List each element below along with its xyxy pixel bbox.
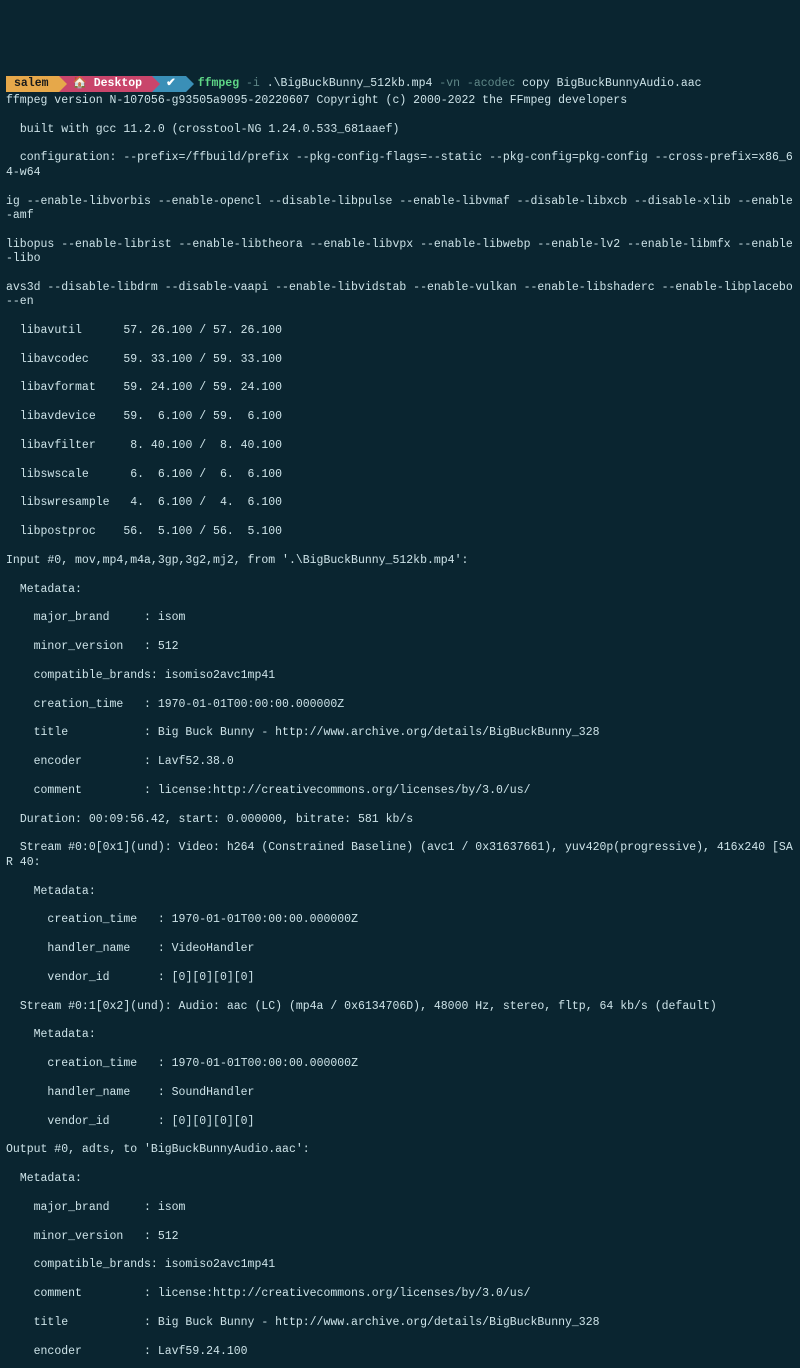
arg-input-file: .\BigBuckBunny_512kb.mp4	[267, 77, 433, 91]
output-line: creation_time : 1970-01-01T00:00:00.0000…	[6, 1057, 794, 1071]
output-line: libavformat 59. 24.100 / 59. 24.100	[6, 381, 794, 395]
output-line: libopus --enable-librist --enable-libthe…	[6, 238, 794, 267]
output-line: Stream #0:0[0x1](und): Video: h264 (Cons…	[6, 841, 794, 870]
output-line: minor_version : 512	[6, 640, 794, 654]
arg-codec: copy	[522, 77, 550, 91]
output-line: Input #0, mov,mp4,m4a,3gp,3g2,mj2, from …	[6, 554, 794, 568]
output-line: encoder : Lavf52.38.0	[6, 755, 794, 769]
output-line: title : Big Buck Bunny - http://www.arch…	[6, 1316, 794, 1330]
output-line: libavutil 57. 26.100 / 57. 26.100	[6, 324, 794, 338]
flag-acodec: -acodec	[467, 77, 522, 91]
output-line: configuration: --prefix=/ffbuild/prefix …	[6, 151, 794, 180]
flag-vn: -vn	[432, 77, 467, 91]
output-line: vendor_id : [0][0][0][0]	[6, 1115, 794, 1129]
output-line: avs3d --disable-libdrm --disable-vaapi -…	[6, 281, 794, 310]
output-line: Metadata:	[6, 1028, 794, 1042]
prompt-dir-label: Desktop	[94, 77, 142, 90]
output-line: creation_time : 1970-01-01T00:00:00.0000…	[6, 913, 794, 927]
output-line: Metadata:	[6, 1172, 794, 1186]
output-line: comment : license:http://creativecommons…	[6, 1287, 794, 1301]
output-line: Metadata:	[6, 583, 794, 597]
output-line: encoder : Lavf59.24.100	[6, 1345, 794, 1359]
output-line: libavdevice 59. 6.100 / 59. 6.100	[6, 410, 794, 424]
output-line: minor_version : 512	[6, 1230, 794, 1244]
output-line: ffmpeg version N-107056-g93505a9095-2022…	[6, 94, 794, 108]
output-line: handler_name : VideoHandler	[6, 942, 794, 956]
output-line: compatible_brands: isomiso2avc1mp41	[6, 1258, 794, 1272]
flag-input: -i	[239, 77, 267, 91]
terminal-window[interactable]: salem 🏠 Desktop ✔ ffmpeg -i .\BigBuckBun…	[6, 62, 794, 1368]
arg-output-file: BigBuckBunnyAudio.aac	[550, 77, 702, 91]
output-line: title : Big Buck Bunny - http://www.arch…	[6, 726, 794, 740]
output-line: built with gcc 11.2.0 (crosstool-NG 1.24…	[6, 123, 794, 137]
output-line: handler_name : SoundHandler	[6, 1086, 794, 1100]
prompt-host: salem	[6, 76, 59, 92]
output-line: libswscale 6. 6.100 / 6. 6.100	[6, 468, 794, 482]
output-line: libswresample 4. 6.100 / 4. 6.100	[6, 496, 794, 510]
output-line: vendor_id : [0][0][0][0]	[6, 971, 794, 985]
output-line: libpostproc 56. 5.100 / 56. 5.100	[6, 525, 794, 539]
output-line: libavfilter 8. 40.100 / 8. 40.100	[6, 439, 794, 453]
output-line: creation_time : 1970-01-01T00:00:00.0000…	[6, 698, 794, 712]
prompt-dir: 🏠 Desktop	[59, 76, 153, 92]
output-line: major_brand : isom	[6, 611, 794, 625]
output-line: comment : license:http://creativecommons…	[6, 784, 794, 798]
output-line: Output #0, adts, to 'BigBuckBunnyAudio.a…	[6, 1143, 794, 1157]
shell-prompt: salem 🏠 Desktop ✔ ffmpeg -i .\BigBuckBun…	[6, 76, 702, 92]
output-line: Stream #0:1[0x2](und): Audio: aac (LC) (…	[6, 1000, 794, 1014]
output-line: compatible_brands: isomiso2avc1mp41	[6, 669, 794, 683]
output-line: Metadata:	[6, 885, 794, 899]
output-line: major_brand : isom	[6, 1201, 794, 1215]
output-line: Duration: 00:09:56.42, start: 0.000000, …	[6, 813, 794, 827]
command-bin: ffmpeg	[198, 77, 239, 91]
output-line: ig --enable-libvorbis --enable-opencl --…	[6, 195, 794, 224]
output-line: libavcodec 59. 33.100 / 59. 33.100	[6, 353, 794, 367]
